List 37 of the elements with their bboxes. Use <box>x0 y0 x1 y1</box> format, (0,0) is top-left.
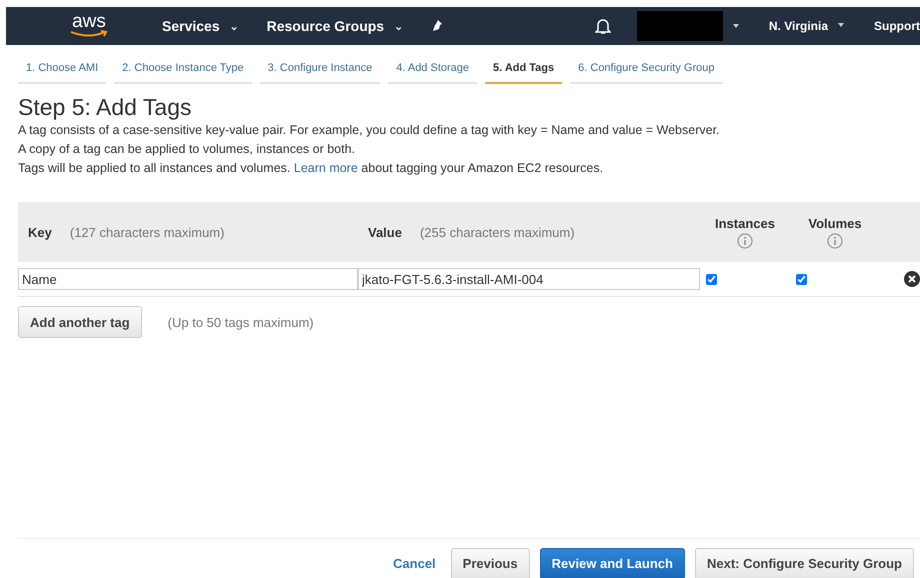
step-tab[interactable]: 4. Add Storage <box>388 55 478 84</box>
nav-menu[interactable]: Resource Groups ⌄ <box>266 18 404 34</box>
remove-icon[interactable] <box>904 271 920 287</box>
bell-icon[interactable] <box>594 17 611 35</box>
add-tag-button[interactable]: Add another tag <box>18 306 142 338</box>
info-icon[interactable] <box>827 232 843 248</box>
aws-logo[interactable]: aws <box>58 14 120 38</box>
step-tab[interactable]: 2. Choose Instance Type <box>114 55 252 84</box>
review-launch-button[interactable]: Review and Launch <box>540 548 685 578</box>
intro-text: A copy of a tag can be applied to volumes, instances or both. <box>18 142 356 156</box>
instances-checkbox[interactable] <box>706 274 717 284</box>
column-header: Volumes <box>808 216 862 230</box>
step-tab[interactable]: 1. Choose AMI <box>18 55 106 84</box>
next-button[interactable]: Next: Configure Security Group <box>694 548 914 578</box>
region-menu[interactable]: N. Virginia <box>768 19 846 33</box>
info-icon[interactable] <box>737 232 753 248</box>
key-field[interactable]: Name <box>18 268 358 290</box>
volumes-checkbox[interactable] <box>796 274 807 284</box>
support-menu[interactable]: Support <box>874 19 920 33</box>
previous-button[interactable]: Previous <box>450 548 530 578</box>
column-header: Instances <box>715 216 775 230</box>
nav-menu[interactable]: Services ⌄ <box>162 18 239 34</box>
intro-text: A tag consists of a case-sensitive key-value pair. For example, you could define a tag with key = Name and value = Webserver. <box>18 123 721 137</box>
column-hint: (127 characters maximum) <box>70 224 224 240</box>
step-tab[interactable]: 3. Configure Instance <box>260 55 380 84</box>
step-tab[interactable]: 6. Configure Security Group <box>570 55 722 84</box>
column-hint: (255 characters maximum) <box>420 224 575 240</box>
column-header: Value <box>368 224 402 240</box>
caret-icon[interactable] <box>730 22 741 30</box>
cancel-link[interactable]: Cancel <box>393 556 436 571</box>
tag-limit-hint: (Up to 50 tags maximum) <box>168 314 314 330</box>
intro-text: Tags will be applied to all instances and volumes. Learn more about tagging your Amazon EC2 resources. <box>18 161 604 175</box>
value-field[interactable]: jkato-FGT-5.6.3-install-AMI-004 <box>358 268 700 290</box>
page-title: Step 5: Add Tags <box>18 94 192 121</box>
step-tab[interactable]: 5. Add Tags <box>485 55 562 84</box>
learn-more-link[interactable]: Learn more <box>294 161 358 175</box>
column-header: Key <box>28 224 52 240</box>
